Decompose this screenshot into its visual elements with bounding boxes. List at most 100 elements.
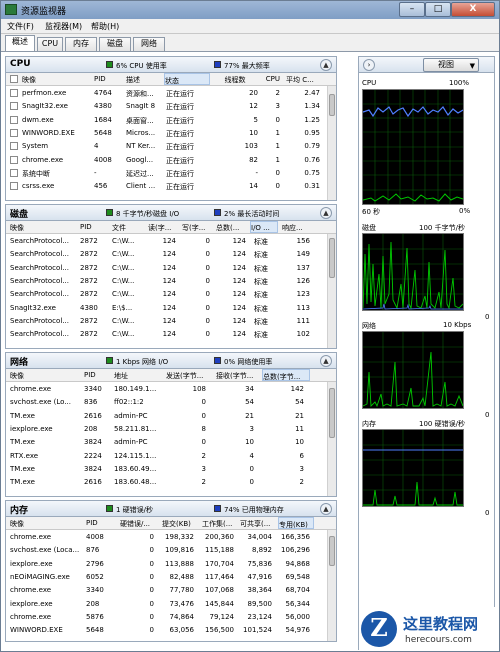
menu-monitor[interactable]: 监视器(M): [45, 21, 82, 32]
network-section-header[interactable]: 网络 1 Kbps 网络 I/O 0% 网络使用率 ▲: [6, 353, 336, 369]
col-total[interactable]: 总数(...: [216, 223, 248, 233]
col-commit[interactable]: 提交(KB): [162, 519, 198, 529]
col-hard-faults[interactable]: 硬错误/...: [120, 519, 160, 529]
col-pid[interactable]: PID: [86, 519, 114, 527]
cpu-table-scrollbar[interactable]: [327, 86, 336, 200]
table-row[interactable]: svchost.exe (Loca... 876 0 109,816 115,188 8,…: [6, 544, 328, 557]
col-total[interactable]: 总数(字节...: [262, 369, 310, 381]
col-threads[interactable]: 线程数: [212, 75, 258, 85]
table-row[interactable]: WINWORD.EXE 5648 Micros... 正在运行 10 1 0.95: [6, 127, 328, 140]
table-row[interactable]: SearchProtocol... 2872 C:\W... 124 0 124 标准 123: [6, 288, 328, 301]
table-row[interactable]: chrome.exe 5876 0 74,864 79,124 23,124 56,000: [6, 611, 328, 624]
table-row[interactable]: SearchProtocol... 2872 C:\W... 124 0 124 标准 156: [6, 235, 328, 248]
table-row[interactable]: chrome.exe 4008 Googl... 正在运行 82 1 0.76: [6, 154, 328, 167]
view-dropdown[interactable]: 视图 ▼: [423, 58, 479, 72]
tab-overview[interactable]: 概述: [5, 35, 35, 51]
table-row[interactable]: TM.exe 2616 admin-PC 0 21 21: [6, 410, 328, 423]
table-row[interactable]: dwm.exe 1684 桌面窗... 正在运行 5 0 1.25: [6, 114, 328, 127]
col-pid[interactable]: PID: [94, 75, 122, 83]
table-cell: 115,188: [205, 546, 234, 555]
table-row[interactable]: SearchProtocol... 2872 C:\W... 124 0 124 标准 126: [6, 275, 328, 288]
table-row[interactable]: chrome.exe 3340 180.149.1... 108 34 142: [6, 383, 328, 396]
table-row[interactable]: SearchProtocol... 2872 C:\W... 124 0 124 标准 111: [6, 315, 328, 328]
collapse-memory-button[interactable]: ▲: [320, 503, 332, 515]
table-row[interactable]: SearchProtocol... 2872 C:\W... 124 0 124 标准 149: [6, 248, 328, 261]
col-file[interactable]: 文件: [112, 223, 146, 233]
expand-graph-pane-button[interactable]: ›: [363, 59, 375, 71]
tab-disk[interactable]: 磁盘: [99, 37, 131, 51]
table-row[interactable]: svchost.exe (Lo... 836 ff02::1:2 0 54 54: [6, 396, 328, 409]
col-pid[interactable]: PID: [84, 371, 112, 379]
row-checkbox[interactable]: [10, 128, 18, 137]
tab-network[interactable]: 网络: [133, 37, 165, 51]
table-row[interactable]: TM.exe 2616 183.60.48... 2 0 2: [6, 476, 328, 489]
tab-memory[interactable]: 内存: [65, 37, 97, 51]
table-row[interactable]: chrome.exe 3340 0 77,780 107,068 38,364 68,704: [6, 584, 328, 597]
table-row[interactable]: iexplore.exe 208 0 73,476 145,844 89,500 56,34…: [6, 598, 328, 611]
collapse-disk-button[interactable]: ▲: [320, 207, 332, 219]
collapse-network-button[interactable]: ▲: [320, 355, 332, 367]
table-row[interactable]: WINWORD.EXE 5648 0 63,056 156,500 101,524 54,9…: [6, 624, 328, 637]
table-row[interactable]: System 4 NT Ker... 正在运行 103 1 0.79: [6, 140, 328, 153]
table-row[interactable]: iexplore.exe 2796 0 113,888 170,704 75,836 94,…: [6, 558, 328, 571]
table-row[interactable]: RTX.exe 2224 124.115.1... 2 4 6: [6, 450, 328, 463]
network-table-scrollbar[interactable]: [327, 382, 336, 496]
row-checkbox[interactable]: [10, 155, 18, 164]
table-row[interactable]: csrss.exe 456 Client ... 正在运行 14 0 0.31: [6, 180, 328, 193]
col-image[interactable]: 映像: [10, 371, 80, 381]
table-row[interactable]: TM.exe 3824 183.60.49... 3 0 3: [6, 463, 328, 476]
row-checkbox[interactable]: [10, 115, 18, 124]
table-row[interactable]: chrome.exe 4008 0 198,332 200,360 34,004 166,3…: [6, 531, 328, 544]
memory-table-scrollbar[interactable]: [327, 530, 336, 641]
col-read[interactable]: 读(字...: [148, 223, 178, 233]
col-receive[interactable]: 接收(字节...: [216, 371, 260, 381]
table-row[interactable]: perfmon.exe 4764 资源和... 正在运行 20 2 2.47: [6, 87, 328, 100]
table-cell: chrome.exe: [10, 586, 52, 595]
col-io-priority[interactable]: I/O ...: [250, 221, 278, 233]
table-row[interactable]: nEOiMAGING.exe 6052 0 82,488 117,464 47,916 69…: [6, 571, 328, 584]
col-send[interactable]: 发送(字节...: [166, 371, 214, 381]
table-row[interactable]: SearchProtocol... 2872 C:\W... 124 0 124 标准 102: [6, 328, 328, 341]
table-row[interactable]: TM.exe 3824 admin-PC 0 10 10: [6, 436, 328, 449]
title-bar[interactable]: 资源监视器 – □ X: [1, 1, 499, 19]
tab-cpu[interactable]: CPU: [37, 37, 63, 51]
table-row[interactable]: 系统中断 - 延迟过... 正在运行 - 0 0.75: [6, 167, 328, 180]
table-row[interactable]: iexplore.exe 208 58.211.81... 8 3 11: [6, 423, 328, 436]
row-checkbox[interactable]: [10, 182, 18, 191]
col-avg-cpu[interactable]: 平均 C...: [286, 75, 326, 85]
select-all-checkbox[interactable]: [10, 75, 18, 83]
col-write[interactable]: 写(字...: [182, 223, 212, 233]
col-shareable[interactable]: 可共享(...: [240, 519, 276, 529]
row-checkbox[interactable]: [10, 168, 18, 177]
col-private[interactable]: 专用(KB): [278, 517, 314, 529]
minimize-button[interactable]: –: [399, 2, 425, 17]
menu-help[interactable]: 帮助(H): [91, 21, 119, 32]
col-address[interactable]: 地址: [114, 371, 164, 381]
table-row[interactable]: SnagIt32.exe 4380 E:\$... 124 0 124 标准 113: [6, 302, 328, 315]
row-checkbox[interactable]: [10, 102, 18, 111]
maximize-button[interactable]: □: [425, 2, 451, 17]
col-description[interactable]: 描述: [126, 75, 162, 85]
collapse-cpu-button[interactable]: ▲: [320, 59, 332, 71]
table-cell: C:\W...: [112, 276, 135, 285]
table-row[interactable]: SnagIt32.exe 4380 SnagIt 8 正在运行 12 3 1.34: [6, 100, 328, 113]
close-button[interactable]: X: [451, 2, 495, 17]
row-checkbox[interactable]: [10, 142, 18, 151]
col-pid[interactable]: PID: [80, 223, 108, 231]
row-checkbox[interactable]: [10, 89, 18, 97]
cpu-section-header[interactable]: CPU 6% CPU 使用率 77% 最大频率 ▲: [6, 57, 336, 73]
col-status[interactable]: 状态: [164, 73, 210, 85]
table-cell: 142: [290, 385, 304, 393]
disk-section-header[interactable]: 磁盘 8 千字节/秒磁盘 I/O 2% 最长活动时间 ▲: [6, 205, 336, 221]
col-image[interactable]: 映像: [10, 519, 84, 529]
memory-section-header[interactable]: 内存 1 硬错误/秒 74% 已用物理内存 ▲: [6, 501, 336, 517]
col-cpu[interactable]: CPU: [260, 75, 280, 83]
col-response[interactable]: 响应...: [282, 223, 316, 233]
disk-table-scrollbar[interactable]: [327, 234, 336, 348]
col-image[interactable]: 映像: [22, 75, 90, 85]
table-cell: 11: [295, 424, 304, 433]
table-row[interactable]: SearchProtocol... 2872 C:\W... 124 0 124 标准 137: [6, 262, 328, 275]
col-image[interactable]: 映像: [10, 223, 76, 233]
col-working-set[interactable]: 工作集(...: [202, 519, 238, 529]
menu-file[interactable]: 文件(F): [7, 21, 34, 32]
